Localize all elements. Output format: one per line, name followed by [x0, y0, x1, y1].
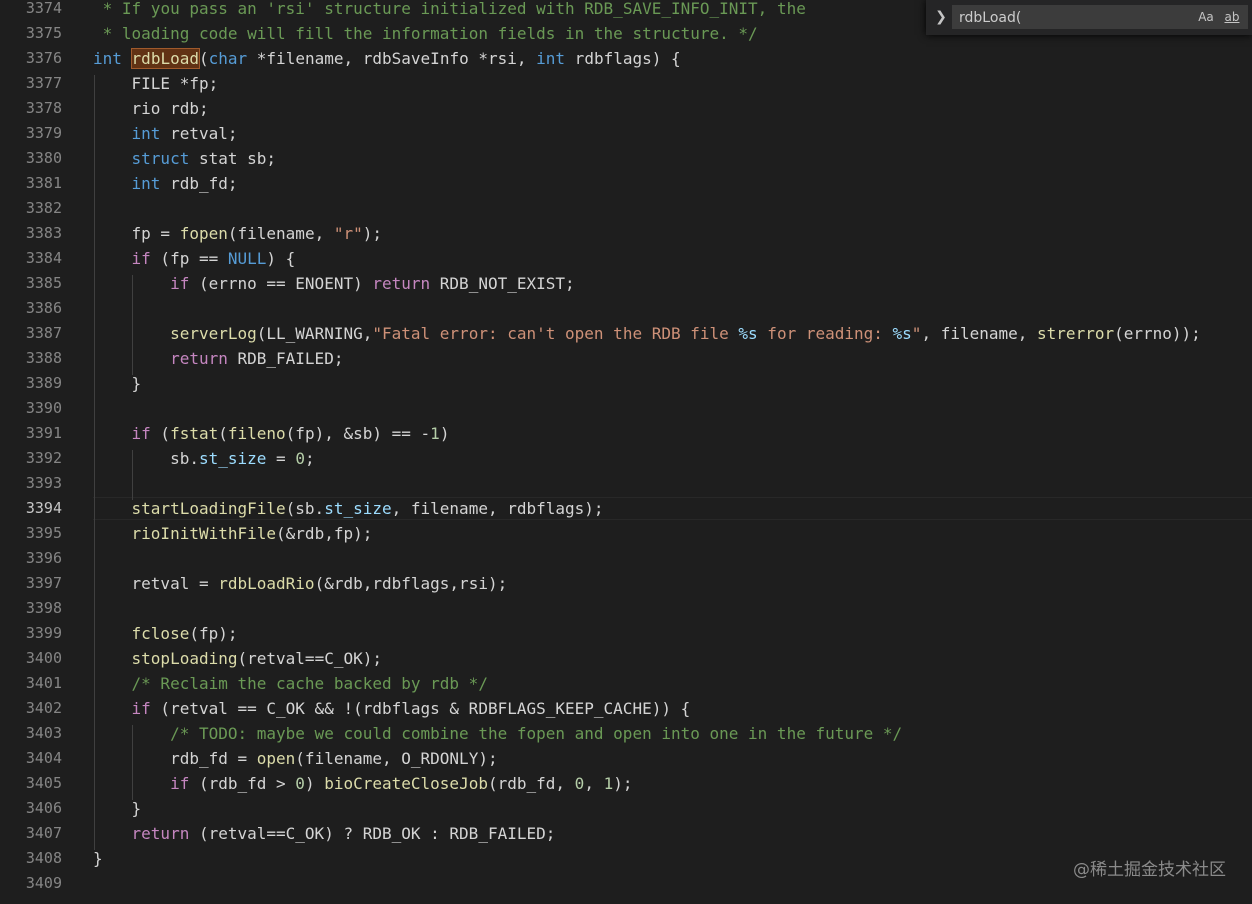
line-number: 3393 — [25, 474, 62, 492]
line-number: 3392 — [25, 449, 62, 467]
line-number: 3398 — [25, 599, 62, 617]
code-line[interactable]: rio rdb; — [93, 96, 1252, 121]
line-number: 3382 — [25, 199, 62, 217]
line-number: 3376 — [25, 49, 62, 67]
line-number: 3383 — [25, 224, 62, 242]
code-line[interactable]: retval = rdbLoadRio(&rdb,rdbflags,rsi); — [93, 571, 1252, 596]
line-number: 3395 — [25, 524, 62, 542]
line-number: 3374 — [25, 0, 62, 17]
line-number: 3405 — [25, 774, 62, 792]
line-number: 3400 — [25, 649, 62, 667]
line-number: 3397 — [25, 574, 62, 592]
code-line[interactable]: ​ — [93, 296, 1252, 321]
line-number: 3401 — [25, 674, 62, 692]
line-number: 3399 — [25, 624, 62, 642]
match-case-toggle[interactable]: Aa — [1197, 8, 1215, 26]
code-area[interactable]: * If you pass an 'rsi' structure initial… — [93, 0, 1252, 896]
line-number: 3375 — [25, 24, 62, 42]
whole-word-toggle[interactable]: ab — [1223, 8, 1241, 26]
line-number: 3402 — [25, 699, 62, 717]
find-widget: ❯ Aa ab .* — [926, 0, 1252, 35]
code-line[interactable]: ​ — [93, 546, 1252, 571]
line-number: 3409 — [25, 874, 62, 892]
code-line[interactable]: if (rdb_fd > 0) bioCreateCloseJob(rdb_fd… — [93, 771, 1252, 796]
code-line[interactable]: sb.st_size = 0; — [93, 446, 1252, 471]
line-number: 3390 — [25, 399, 62, 417]
code-line[interactable]: ​ — [93, 196, 1252, 221]
find-input-box[interactable]: Aa ab .* — [952, 5, 1248, 30]
line-number: 3385 — [25, 274, 62, 292]
line-number: 3391 — [25, 424, 62, 442]
line-number: 3386 — [25, 299, 62, 317]
code-line[interactable]: ​ — [93, 596, 1252, 621]
line-number: 3388 — [25, 349, 62, 367]
watermark: @稀土掘金技术社区 — [1073, 860, 1226, 880]
code-line[interactable]: return RDB_FAILED; — [93, 346, 1252, 371]
line-number: 3396 — [25, 549, 62, 567]
code-line[interactable]: } — [93, 371, 1252, 396]
line-number: 3407 — [25, 824, 62, 842]
line-number: 3380 — [25, 149, 62, 167]
line-number: 3404 — [25, 749, 62, 767]
code-line[interactable]: rioInitWithFile(&rdb,fp); — [93, 521, 1252, 546]
code-line[interactable]: ​ — [93, 396, 1252, 421]
code-line[interactable]: fclose(fp); — [93, 621, 1252, 646]
line-number-gutter: 3374 3375 3376 3377 3378 3379 3380 3381 3382 3383… — [0, 0, 62, 896]
code-line[interactable]: serverLog(LL_WARNING,"Fatal error: can't… — [93, 321, 1252, 346]
line-number: 3377 — [25, 74, 62, 92]
code-line[interactable]: ​ — [93, 471, 1252, 496]
line-number: 3406 — [25, 799, 62, 817]
line-number: 3394 — [25, 499, 62, 517]
code-line[interactable]: startLoadingFile(sb.st_size, filename, r… — [93, 496, 1252, 521]
code-line[interactable]: int rdbLoad(char *filename, rdbSaveInfo … — [93, 46, 1252, 71]
code-line[interactable]: if (retval == C_OK && !(rdbflags & RDBFL… — [93, 696, 1252, 721]
code-line[interactable]: if (errno == ENOENT) return RDB_NOT_EXIS… — [93, 271, 1252, 296]
line-number: 3387 — [25, 324, 62, 342]
line-number: 3378 — [25, 99, 62, 117]
line-number: 3389 — [25, 374, 62, 392]
code-line[interactable]: /* TODO: maybe we could combine the fope… — [93, 721, 1252, 746]
code-line[interactable]: int rdb_fd; — [93, 171, 1252, 196]
find-input[interactable] — [957, 6, 1161, 30]
line-number: 3381 — [25, 174, 62, 192]
line-number: 3379 — [25, 124, 62, 142]
code-line[interactable]: int retval; — [93, 121, 1252, 146]
line-number: 3408 — [25, 849, 62, 867]
code-line[interactable]: if (fp == NULL) { — [93, 246, 1252, 271]
code-line[interactable]: struct stat sb; — [93, 146, 1252, 171]
code-line[interactable]: stopLoading(retval==C_OK); — [93, 646, 1252, 671]
code-line[interactable]: FILE *fp; — [93, 71, 1252, 96]
code-line[interactable]: fp = fopen(filename, "r"); — [93, 221, 1252, 246]
code-line[interactable]: if (fstat(fileno(fp), &sb) == -1) — [93, 421, 1252, 446]
code-line[interactable]: } — [93, 796, 1252, 821]
code-line[interactable]: /* Reclaim the cache backed by rdb */ — [93, 671, 1252, 696]
line-number: 3403 — [25, 724, 62, 742]
line-number: 3384 — [25, 249, 62, 267]
chevron-right-icon[interactable]: ❯ — [932, 6, 950, 28]
code-line[interactable]: rdb_fd = open(filename, O_RDONLY); — [93, 746, 1252, 771]
code-line[interactable]: return (retval==C_OK) ? RDB_OK : RDB_FAI… — [93, 821, 1252, 846]
code-editor[interactable]: 3374 3375 3376 3377 3378 3379 3380 3381 3382 3383… — [0, 0, 1252, 904]
